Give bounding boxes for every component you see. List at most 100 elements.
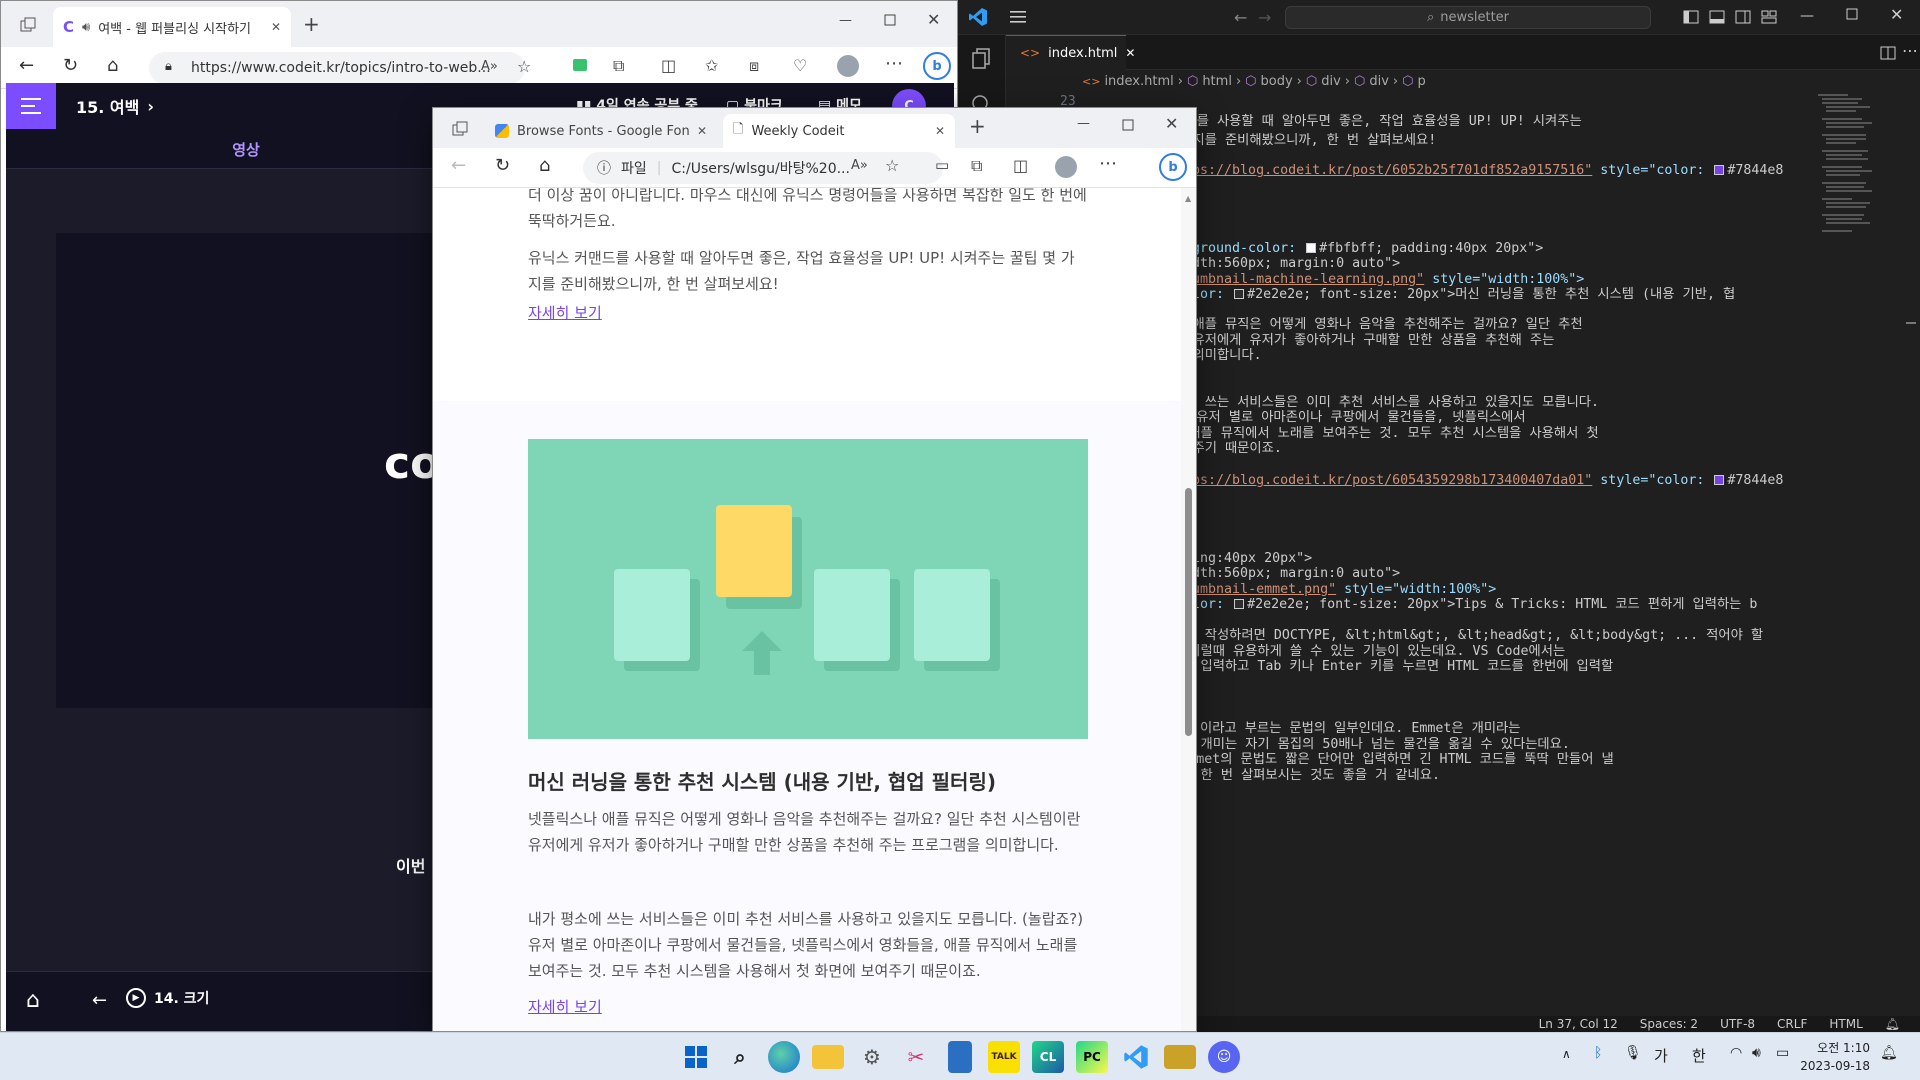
close-icon[interactable]: ✕: [927, 10, 940, 29]
minimap[interactable]: [1818, 92, 1874, 292]
system-clock[interactable]: 오전 1:10 2023-09-18: [1800, 1039, 1870, 1075]
toggle-secondary-sidebar-icon[interactable]: [1735, 9, 1751, 25]
favorite-star-icon[interactable]: ☆: [885, 156, 899, 175]
split-editor-icon[interactable]: [1880, 45, 1896, 61]
settings-gear-icon[interactable]: ⚙: [856, 1041, 888, 1073]
maximize-icon[interactable]: [883, 13, 897, 27]
cursor-position[interactable]: Ln 37, Col 12: [1539, 1017, 1618, 1031]
color-swatch[interactable]: [1714, 165, 1725, 175]
discord-icon[interactable]: ☺: [1208, 1041, 1240, 1073]
toggle-panel-icon[interactable]: [1709, 9, 1725, 25]
more-menu-icon[interactable]: ⋯: [885, 53, 903, 74]
minimize-icon[interactable]: —: [839, 13, 852, 28]
back-arrow-icon[interactable]: ←: [92, 990, 107, 1011]
file-manager-icon[interactable]: [1164, 1045, 1196, 1069]
ime-language[interactable]: 가: [1654, 1045, 1668, 1066]
read-aloud-icon[interactable]: A»: [851, 158, 868, 173]
editor-scrollbar[interactable]: [1904, 92, 1918, 1016]
favorites-icon[interactable]: ✩: [705, 56, 718, 75]
extension-icon[interactable]: [573, 59, 587, 71]
tab-close-icon[interactable]: ✕: [935, 124, 945, 138]
edge-icon[interactable]: [768, 1041, 800, 1073]
battery-icon[interactable]: ▭: [1776, 1045, 1789, 1061]
extensions-puzzle-icon[interactable]: ⧉: [613, 56, 624, 76]
read-aloud-icon[interactable]: A»: [481, 59, 498, 74]
browser-essentials-icon[interactable]: ♡: [793, 56, 807, 75]
profile-avatar[interactable]: [837, 55, 859, 77]
line-ending[interactable]: CRLF: [1777, 1017, 1807, 1031]
tab-actions-icon[interactable]: [19, 16, 37, 34]
breadcrumb-item[interactable]: body: [1261, 74, 1293, 89]
video-player[interactable]: co: [56, 233, 476, 708]
profile-avatar[interactable]: [1055, 156, 1077, 178]
reading-view-icon[interactable]: ▭: [935, 156, 949, 174]
favorite-star-icon[interactable]: ☆: [517, 57, 531, 76]
windows-start-icon[interactable]: [680, 1041, 712, 1073]
hamburger-menu-icon[interactable]: [1010, 9, 1028, 25]
close-icon[interactable]: ✕: [1890, 5, 1903, 24]
back-arrow-icon[interactable]: ←: [451, 155, 466, 176]
copilot-icon[interactable]: b: [923, 52, 951, 80]
split-screen-icon[interactable]: ◫: [661, 56, 676, 75]
read-more-link[interactable]: 자세히 보기: [528, 996, 602, 1017]
close-icon[interactable]: ✕: [1165, 114, 1178, 133]
notifications-bell-icon[interactable]: 🔔︎: [1880, 1045, 1898, 1061]
scroll-up-arrow-icon[interactable]: ▲: [1185, 194, 1191, 203]
speaker-icon[interactable]: 🔊︎: [82, 20, 90, 35]
home-icon[interactable]: ⌂: [107, 55, 118, 76]
extensions-puzzle-icon[interactable]: ⧉: [971, 156, 982, 176]
clion-icon[interactable]: CL: [1032, 1041, 1064, 1073]
read-more-link[interactable]: 자세히 보기: [528, 302, 602, 323]
collections-icon[interactable]: ⧈: [749, 56, 759, 76]
notifications-bell-icon[interactable]: 🔔︎: [1885, 1017, 1900, 1031]
minimize-icon[interactable]: —: [1800, 8, 1814, 24]
new-tab-plus-icon[interactable]: +: [303, 12, 320, 36]
customize-layout-icon[interactable]: [1761, 9, 1777, 25]
snipping-tool-icon[interactable]: ✂: [900, 1041, 932, 1073]
indentation[interactable]: Spaces: 2: [1640, 1017, 1698, 1031]
wifi-icon[interactable]: ◠: [1730, 1045, 1742, 1061]
more-menu-icon[interactable]: ⋯: [1099, 153, 1117, 174]
encoding[interactable]: UTF-8: [1720, 1017, 1755, 1031]
explorer-icon[interactable]: [970, 47, 994, 71]
refresh-icon[interactable]: ↻: [63, 55, 78, 76]
notepad-icon[interactable]: [948, 1041, 972, 1073]
back-arrow-icon[interactable]: ←: [19, 55, 34, 76]
file-explorer-icon[interactable]: [812, 1045, 844, 1069]
tab-index-html[interactable]: <> index.html ✕: [1006, 35, 1135, 70]
search-icon[interactable]: ⌕: [724, 1041, 756, 1073]
vscode-icon[interactable]: [1120, 1041, 1152, 1073]
new-tab-plus-icon[interactable]: +: [969, 114, 986, 138]
color-swatch[interactable]: [1306, 243, 1317, 253]
home-icon[interactable]: ⌂: [26, 988, 40, 1013]
tab-video[interactable]: 영상: [6, 129, 486, 169]
scrollbar-thumb[interactable]: [1185, 488, 1192, 736]
tab-weekly-codeit[interactable]: 🗋︎ Weekly Codeit ✕: [723, 114, 955, 148]
maximize-icon[interactable]: [1121, 118, 1135, 132]
ime-mode[interactable]: 한: [1692, 1045, 1706, 1066]
command-search-box[interactable]: ⌕ newsletter: [1285, 6, 1651, 29]
tab-google-fonts[interactable]: Browse Fonts - Google Fonts ✕: [485, 114, 717, 148]
more-actions-icon[interactable]: ⋯: [1902, 41, 1918, 60]
page-scrollbar[interactable]: ▲: [1181, 188, 1196, 1031]
kakaotalk-icon[interactable]: TALK: [988, 1041, 1020, 1073]
minimize-icon[interactable]: —: [1077, 116, 1090, 131]
color-swatch[interactable]: [1234, 599, 1245, 609]
menu-button[interactable]: [6, 83, 56, 129]
tab-close-icon[interactable]: ✕: [697, 124, 707, 138]
split-screen-icon[interactable]: ◫: [1013, 156, 1028, 175]
breadcrumb-item[interactable]: html: [1202, 74, 1232, 89]
copilot-icon[interactable]: b: [1159, 153, 1187, 181]
breadcrumb-item[interactable]: index.html: [1104, 74, 1173, 89]
home-icon[interactable]: ⌂: [539, 155, 550, 176]
show-hidden-icons-chevron-icon[interactable]: ∧: [1562, 1047, 1571, 1061]
language-mode[interactable]: HTML: [1829, 1017, 1862, 1031]
pycharm-icon[interactable]: PC: [1076, 1041, 1108, 1073]
bluetooth-icon[interactable]: ᛒ: [1594, 1045, 1602, 1061]
forward-arrow-icon[interactable]: →: [1258, 8, 1271, 27]
tab-close-icon[interactable]: ✕: [1125, 46, 1135, 60]
volume-icon[interactable]: 🔊︎: [1752, 1045, 1761, 1061]
breadcrumb-item[interactable]: p: [1417, 74, 1425, 89]
tab-codeit-lesson[interactable]: C 🔊︎ 여백 - 웹 퍼블리싱 시작하기 ✕: [53, 7, 291, 47]
back-arrow-icon[interactable]: ←: [1234, 8, 1247, 27]
